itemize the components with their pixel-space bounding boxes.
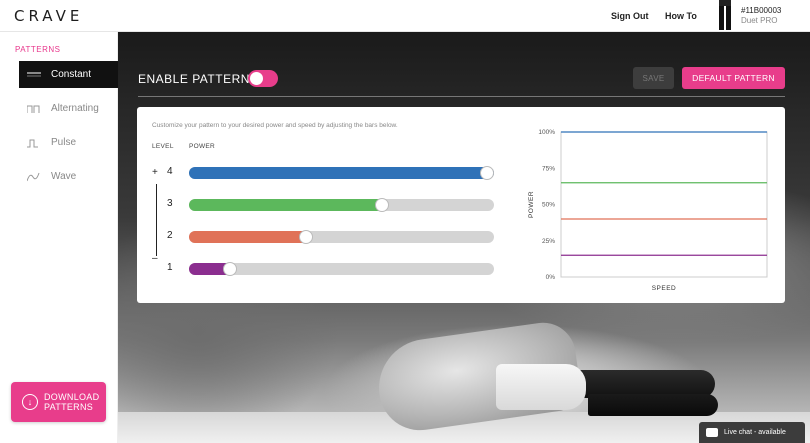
sidebar-item-label: Constant: [51, 69, 92, 80]
enable-pattern-toggle[interactable]: [248, 70, 278, 87]
level-number: 1: [167, 262, 173, 273]
power-header: POWER: [189, 143, 216, 150]
slider-thumb[interactable]: [375, 198, 390, 212]
live-chat-button[interactable]: Live chat - available: [699, 422, 805, 443]
patterns-heading: PATTERNS: [15, 45, 61, 54]
divider: [138, 96, 785, 97]
pulse-icon: [27, 139, 38, 147]
slider-thumb[interactable]: [480, 166, 494, 180]
power-slider-level-1[interactable]: [189, 262, 494, 276]
save-button[interactable]: SAVE: [633, 67, 674, 89]
sign-out-link[interactable]: Sign Out: [611, 11, 649, 21]
download-patterns-button[interactable]: ↓ DOWNLOAD PATTERNS: [11, 382, 106, 422]
alternating-icon: [27, 105, 40, 113]
power-slider-level-3[interactable]: [189, 198, 494, 212]
increase-level-button[interactable]: +: [152, 167, 158, 178]
y-axis-label: POWER: [528, 191, 535, 218]
download-label: DOWNLOAD PATTERNS: [44, 392, 100, 412]
slider-fill: [189, 231, 311, 243]
device-shape: [496, 364, 586, 410]
level-header: LEVEL: [152, 143, 174, 150]
chat-icon: [706, 428, 718, 437]
y-tick-label: 25%: [542, 238, 555, 245]
level-number: 4: [167, 166, 173, 177]
crave-logo[interactable]: CRAVE: [14, 7, 83, 25]
sidebar: PATTERNS Constant Alternating Pulse Wave…: [0, 32, 118, 443]
power-speed-chart: 100% 75% 50% 25% 0% SPEED POWER: [528, 129, 768, 292]
decrease-level-button[interactable]: –: [152, 253, 158, 264]
level-number: 2: [167, 230, 173, 241]
level-number: 3: [167, 198, 173, 209]
device-id: #11B00003: [741, 6, 782, 15]
sidebar-item-label: Alternating: [51, 103, 99, 114]
y-tick-label: 0%: [546, 274, 556, 281]
x-axis-label: SPEED: [652, 285, 677, 292]
power-slider-level-4[interactable]: [189, 166, 494, 180]
device-name: Duet PRO: [741, 16, 778, 25]
slider-fill: [189, 167, 494, 179]
sidebar-item-pulse[interactable]: Pulse: [19, 129, 118, 156]
sidebar-item-label: Pulse: [51, 137, 77, 148]
slider-thumb[interactable]: [299, 230, 313, 244]
constant-icon: [27, 72, 41, 76]
how-to-link[interactable]: How To: [665, 11, 697, 21]
sidebar-item-wave[interactable]: Wave: [19, 163, 118, 190]
header-bar: CRAVE Sign Out How To #11B00003 Duet PRO: [0, 0, 810, 32]
pattern-editor-card: Customize your pattern to your desired p…: [137, 107, 785, 303]
enable-pattern-label: ENABLE PATTERN: [138, 72, 250, 86]
power-slider-level-2[interactable]: [189, 230, 494, 244]
y-tick-label: 75%: [542, 165, 555, 172]
wave-icon: [27, 172, 40, 181]
level-line: [156, 184, 157, 256]
sidebar-item-constant[interactable]: Constant: [19, 61, 118, 88]
y-tick-label: 50%: [542, 202, 555, 209]
sidebar-item-alternating[interactable]: Alternating: [19, 95, 118, 122]
device-shape: [588, 394, 718, 416]
slider-thumb[interactable]: [222, 262, 237, 276]
sidebar-item-label: Wave: [51, 171, 77, 182]
instructions-text: Customize your pattern to your desired p…: [152, 122, 398, 129]
live-chat-label: Live chat - available: [724, 429, 786, 436]
slider-fill: [189, 199, 388, 211]
y-tick-label: 100%: [538, 129, 555, 136]
toggle-knob: [250, 72, 263, 85]
default-pattern-button[interactable]: DEFAULT PATTERN: [682, 67, 785, 89]
download-icon: ↓: [22, 394, 38, 410]
device-icon[interactable]: [718, 0, 732, 30]
